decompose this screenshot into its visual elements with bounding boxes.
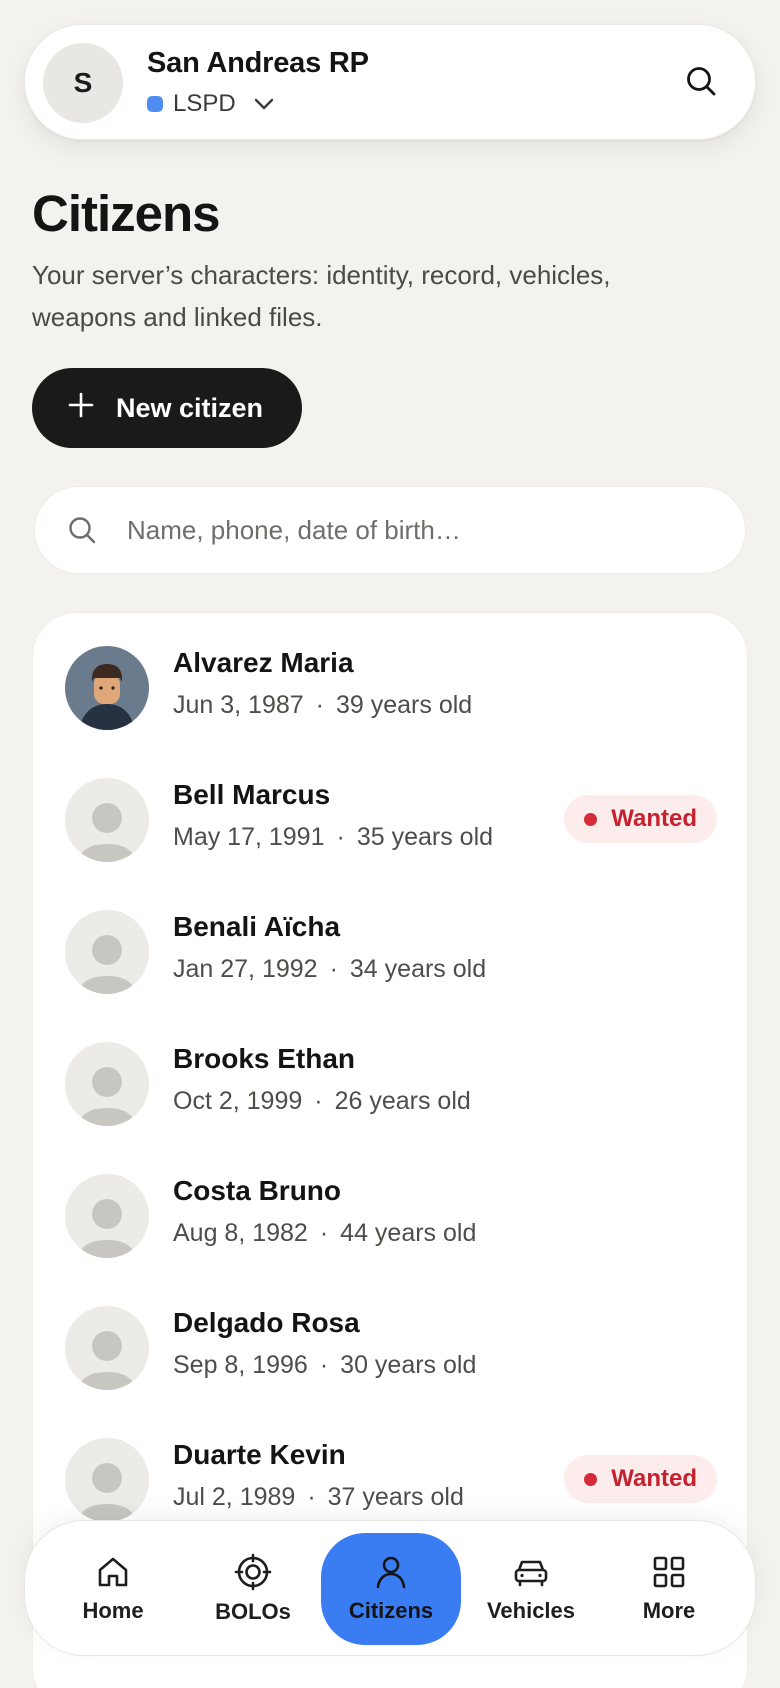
citizen-meta: Jan 27, 1992 · 34 years old xyxy=(173,955,486,984)
citizen-meta: Jun 3, 1987 · 39 years old xyxy=(173,691,472,720)
citizen-age: 26 years old xyxy=(334,1087,471,1115)
citizen-name: Benali Aïcha xyxy=(173,911,341,942)
citizen-name: Costa Bruno xyxy=(173,1175,341,1206)
nav-bolos[interactable]: BOLOs xyxy=(183,1533,323,1645)
citizen-meta: Jul 2, 1989 · 37 years old xyxy=(173,1483,464,1512)
nav-vehicles-label: Vehicles xyxy=(486,1598,576,1623)
department-selector[interactable]: LSPD xyxy=(147,85,274,123)
meta-separator: · xyxy=(307,1483,316,1511)
citizen-dob: Jan 27, 1992 xyxy=(173,955,318,983)
nav-citizens[interactable]: Citizens xyxy=(321,1533,461,1645)
citizen-meta: May 17, 1991 · 35 years old xyxy=(173,823,493,852)
citizen-dob: Jun 3, 1987 xyxy=(173,691,304,719)
department-color-dot xyxy=(147,96,163,112)
default-avatar-icon xyxy=(65,778,149,862)
citizen-meta: Aug 8, 1982 · 44 years old xyxy=(173,1219,476,1248)
chevron-down-icon xyxy=(254,98,274,110)
list-item[interactable]: Duarte Kevin Jul 2, 1989 · 37 years old Wa… xyxy=(33,1405,749,1537)
car-icon xyxy=(512,1554,550,1590)
citizen-age: 35 years old xyxy=(356,823,494,851)
home-icon xyxy=(95,1554,131,1590)
app-header: S San Andreas RP LSPD xyxy=(24,24,756,140)
bottom-nav: Home BOLOs Citizens Vehicles More xyxy=(24,1520,756,1656)
person-icon xyxy=(373,1554,409,1590)
nav-home-label: Home xyxy=(82,1598,144,1623)
wanted-badge: Wanted xyxy=(564,1455,717,1503)
search-icon xyxy=(685,65,717,102)
nav-citizens-label: Citizens xyxy=(348,1598,434,1623)
nav-home[interactable]: Home xyxy=(43,1533,183,1645)
list-item[interactable]: Delgado Rosa Sep 8, 1996 · 30 years old xyxy=(33,1273,749,1405)
citizen-search-field[interactable] xyxy=(34,486,746,574)
new-citizen-button[interactable]: New citizen xyxy=(32,368,302,448)
grid-icon xyxy=(651,1554,687,1590)
header-search-button[interactable] xyxy=(675,57,727,109)
citizen-name: Delgado Rosa xyxy=(173,1307,360,1338)
default-avatar-icon xyxy=(65,1042,149,1126)
citizen-photo xyxy=(65,646,149,730)
page-description: Your server’s characters: identity, reco… xyxy=(32,260,611,332)
citizen-name: Duarte Kevin xyxy=(173,1439,346,1470)
citizen-dob: Sep 8, 1996 xyxy=(173,1351,308,1379)
citizen-age: 37 years old xyxy=(327,1483,464,1511)
department-label: LSPD xyxy=(173,90,236,117)
meta-separator: · xyxy=(329,955,338,983)
server-name: San Andreas RP xyxy=(147,47,369,79)
citizen-dob: Aug 8, 1982 xyxy=(173,1219,308,1247)
default-avatar-icon xyxy=(65,1174,149,1258)
citizen-name: Brooks Ethan xyxy=(173,1043,356,1074)
meta-separator: · xyxy=(319,1219,329,1247)
list-item[interactable]: Brooks Ethan Oct 2, 1999 · 26 years old xyxy=(33,1009,749,1141)
default-avatar-icon xyxy=(65,910,149,994)
citizen-name: Bell Marcus xyxy=(173,779,331,810)
citizen-age: 34 years old xyxy=(349,955,487,983)
list-item[interactable]: Alvarez Maria Jun 3, 1987 · 39 years old xyxy=(33,613,749,745)
citizen-dob: May 17, 1991 xyxy=(173,823,325,851)
citizens-page: S San Andreas RP LSPD Citizens Your serv… xyxy=(0,0,780,1688)
citizen-dob: Jul 2, 1989 xyxy=(173,1483,296,1511)
meta-separator: · xyxy=(315,691,324,719)
wanted-dot-icon xyxy=(584,812,598,826)
list-item[interactable]: Benali Aïcha Jan 27, 1992 · 34 years old xyxy=(33,877,749,1009)
nav-bolos-label: BOLOs xyxy=(215,1599,291,1624)
default-avatar-icon xyxy=(65,1438,149,1522)
new-citizen-label: New citizen xyxy=(116,392,264,423)
target-icon xyxy=(234,1553,272,1591)
nav-vehicles[interactable]: Vehicles xyxy=(461,1533,601,1645)
wanted-dot-icon xyxy=(584,1472,598,1486)
citizen-age: 30 years old xyxy=(340,1351,477,1379)
wanted-badge: Wanted xyxy=(564,795,717,843)
citizen-dob: Oct 2, 1999 xyxy=(173,1087,303,1115)
list-item[interactable]: Bell Marcus May 17, 1991 · 35 years old Wa… xyxy=(33,745,749,877)
meta-separator: · xyxy=(319,1351,329,1379)
citizen-search-input[interactable] xyxy=(127,514,687,546)
search-icon xyxy=(67,515,103,545)
citizen-age: 44 years old xyxy=(340,1219,477,1247)
plus-icon xyxy=(68,392,94,425)
meta-separator: · xyxy=(336,823,345,851)
wanted-label: Wanted xyxy=(611,805,697,832)
nav-more-label: More xyxy=(642,1598,696,1623)
citizen-meta: Sep 8, 1996 · 30 years old xyxy=(173,1351,476,1380)
citizen-age: 39 years old xyxy=(336,691,473,719)
wanted-label: Wanted xyxy=(611,1465,697,1492)
citizen-name: Alvarez Maria xyxy=(173,647,354,678)
list-item[interactable]: Costa Bruno Aug 8, 1982 · 44 years old xyxy=(33,1141,749,1273)
meta-separator: · xyxy=(314,1087,323,1115)
server-avatar[interactable]: S xyxy=(43,43,123,123)
citizen-meta: Oct 2, 1999 · 26 years old xyxy=(173,1087,471,1116)
page-title: Citizens xyxy=(32,185,221,242)
nav-more[interactable]: More xyxy=(599,1533,739,1645)
default-avatar-icon xyxy=(65,1306,149,1390)
